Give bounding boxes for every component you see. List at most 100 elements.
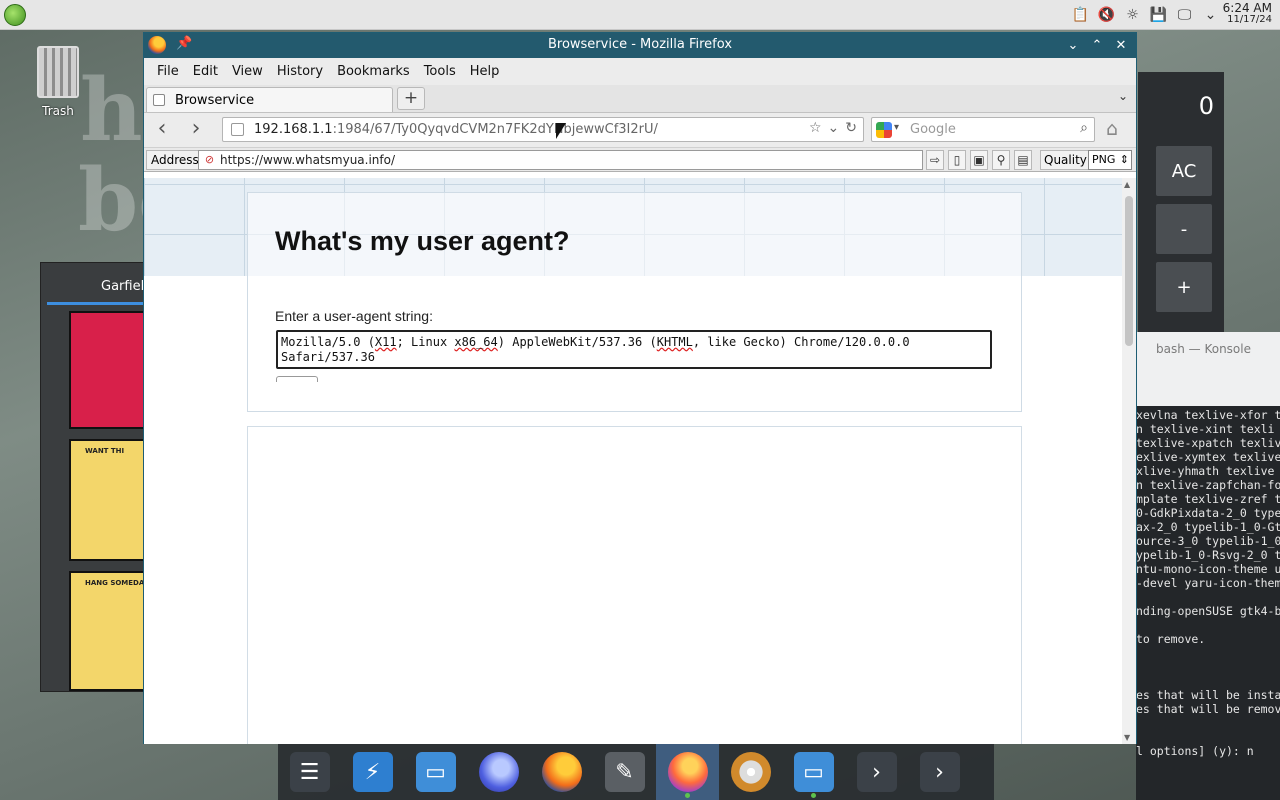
text-editor-icon: ✎	[604, 752, 645, 792]
chevron-down-icon[interactable]: ▾	[894, 122, 899, 133]
clipboard-icon[interactable]: 📋	[1071, 6, 1090, 24]
terminal-line: n texlive-xint texli	[1136, 422, 1275, 436]
terminal-icon: ›	[919, 752, 960, 792]
ua-text: X11	[374, 335, 397, 349]
scroll-thumb[interactable]	[1125, 196, 1133, 346]
firefox-window[interactable]: 📌 Browservice - Mozilla Firefox ⌄ ⌃ ✕ Fi…	[143, 32, 1137, 744]
search-icon[interactable]: ⌕	[1080, 120, 1088, 136]
ua-input-label: Enter a user-agent string:	[275, 308, 433, 324]
submit-button[interactable]	[276, 376, 318, 382]
reload-icon[interactable]: ↻	[845, 120, 857, 136]
page-band	[256, 281, 1006, 311]
clipboard-icon[interactable]: ▤	[1014, 150, 1032, 170]
url-text[interactable]: 192.168.1.1:1984/67/Ty0QyqvdCVM2n7FK2dYN…	[254, 122, 658, 137]
terminal-line: texlive-xpatch texlive	[1136, 436, 1280, 450]
calculator-button-ac[interactable]: AC	[1156, 146, 1212, 196]
page-title: What's my user agent?	[275, 226, 570, 256]
google-icon[interactable]	[876, 122, 892, 138]
page-scrollbar[interactable]: ▲ ▼	[1122, 178, 1136, 744]
dock-item-firefox-nightly[interactable]	[467, 744, 530, 800]
dock-item-editor[interactable]: ✎	[593, 744, 656, 800]
system-tray: 📋 🔇 ☼ 💾 🖵 ⌄	[1071, 6, 1220, 24]
go-icon[interactable]: ⇨	[926, 150, 944, 170]
find-icon[interactable]: ⚲	[992, 150, 1010, 170]
dock-item-store[interactable]: ⚡	[341, 744, 404, 800]
desktop-icon-trash[interactable]: Trash	[30, 46, 86, 118]
menu-bookmarks[interactable]: Bookmarks	[330, 64, 417, 79]
display-icon[interactable]: 🖵	[1175, 6, 1194, 24]
dock-item-disk[interactable]	[719, 744, 782, 800]
volume-muted-icon[interactable]: 🔇	[1097, 6, 1116, 24]
menu-file[interactable]: File	[150, 64, 186, 79]
bookmark-star-icon[interactable]: ☆	[809, 120, 822, 136]
garfield-window[interactable]: Garfield WANT THI HANG SOMEDA	[40, 262, 153, 692]
ua-text: x86_64	[454, 335, 498, 349]
url-bar[interactable]: 192.168.1.1:1984/67/Ty0QyqvdCVM2n7FK2dYN…	[222, 117, 864, 142]
tab-garfield[interactable]: Garfield	[47, 263, 152, 305]
scroll-up-icon[interactable]: ▲	[1124, 180, 1130, 189]
menu-history[interactable]: History	[270, 64, 330, 79]
ua-text: KHTML	[656, 335, 693, 349]
terminal-line: nding-openSUSE gtk4-b	[1136, 604, 1280, 618]
address-label: Address	[146, 150, 204, 170]
search-bar[interactable]: ▾ Google ⌕	[871, 117, 1095, 142]
menu-tools[interactable]: Tools	[417, 64, 463, 79]
page-info-icon[interactable]	[231, 123, 244, 136]
dock-item-terminal-1[interactable]: ›	[845, 744, 908, 800]
menu-view[interactable]: View	[225, 64, 270, 79]
page-viewport[interactable]: What's my user agent? Enter a user-agent…	[144, 178, 1124, 744]
clock[interactable]: 6:24 AM 11/17/24	[1223, 2, 1272, 26]
tab-browservice[interactable]: Browservice	[146, 87, 393, 112]
konsole-window[interactable]: bash — Konsole xevlna texlive-xfor tn te…	[1136, 332, 1280, 800]
terminal-line: to remove.	[1136, 632, 1206, 646]
calculator-display: 0	[1198, 92, 1214, 120]
back-button[interactable]: ‹	[150, 117, 174, 141]
title-bar[interactable]: 📌 Browservice - Mozilla Firefox ⌄ ⌃ ✕	[144, 33, 1136, 58]
home-icon[interactable]: ⌂	[1106, 118, 1118, 140]
minimize-icon[interactable]: ⌄	[1066, 35, 1080, 55]
search-input[interactable]: Google	[910, 122, 956, 137]
dock-item-files[interactable]: ▭	[404, 744, 467, 800]
brightness-icon[interactable]: ☼	[1123, 6, 1142, 24]
terminal-line: ax-2_0 typelib-1_0-Gt	[1136, 520, 1280, 534]
app-menu-icon[interactable]	[4, 4, 26, 26]
chevron-down-icon[interactable]: ⌄	[1201, 6, 1220, 24]
menu-edit[interactable]: Edit	[186, 64, 225, 79]
mouse-cursor	[556, 123, 566, 139]
terminal-line: xevlna texlive-xfor t	[1136, 408, 1280, 422]
calculator-button-minus[interactable]: -	[1156, 204, 1212, 254]
dock-item-folder[interactable]: ▭	[782, 744, 845, 800]
close-icon[interactable]: ✕	[1114, 35, 1128, 55]
bookmark-icon[interactable]: ▯	[948, 150, 966, 170]
scroll-down-icon[interactable]: ▼	[1124, 733, 1130, 742]
new-tab-button[interactable]: +	[397, 87, 425, 110]
calculator-window[interactable]: 0 AC - +	[1138, 72, 1224, 332]
storage-icon[interactable]: 💾	[1149, 6, 1168, 24]
save-icon[interactable]: ▣	[970, 150, 988, 170]
forward-button[interactable]: ›	[184, 117, 208, 141]
address-input[interactable]: ⊘ https://www.whatsmyua.info/	[198, 150, 923, 170]
dropdown-icon[interactable]: ⌄	[828, 120, 840, 136]
menu-help[interactable]: Help	[463, 64, 507, 79]
calculator-button-plus[interactable]: +	[1156, 262, 1212, 312]
url-path: :1984/67/Ty0QyqvdCVM2n7FK2dYNbjewwCf3I2r…	[332, 122, 658, 137]
dock-item-terminal-2[interactable]: ›	[908, 744, 971, 800]
dock-item-firefox[interactable]	[530, 744, 593, 800]
konsole-title: bash — Konsole	[1136, 332, 1280, 406]
chevron-down-icon[interactable]: ⌄	[1118, 89, 1128, 103]
navigation-bar: ‹ › 192.168.1.1:1984/67/Ty0QyqvdCVM2n7FK…	[144, 113, 1136, 147]
terminal-output[interactable]: xevlna texlive-xfor tn texlive-xint texl…	[1136, 406, 1280, 758]
store-icon: ⚡	[352, 752, 393, 792]
disc-icon	[730, 752, 771, 792]
user-agent-field[interactable]: Mozilla/5.0 (X11; Linux x86_64) AppleWeb…	[276, 330, 992, 369]
dock-item-settings[interactable]: ☰	[278, 744, 341, 800]
maximize-icon[interactable]: ⌃	[1090, 35, 1104, 55]
format-select[interactable]: PNG	[1088, 150, 1132, 170]
terminal-line: xlive-yhmath texlive	[1136, 464, 1275, 478]
dock-item-firefox-active[interactable]	[656, 744, 719, 800]
running-indicator	[811, 793, 816, 798]
clock-date: 11/17/24	[1227, 14, 1272, 25]
address-text: https://www.whatsmyua.info/	[220, 153, 396, 167]
